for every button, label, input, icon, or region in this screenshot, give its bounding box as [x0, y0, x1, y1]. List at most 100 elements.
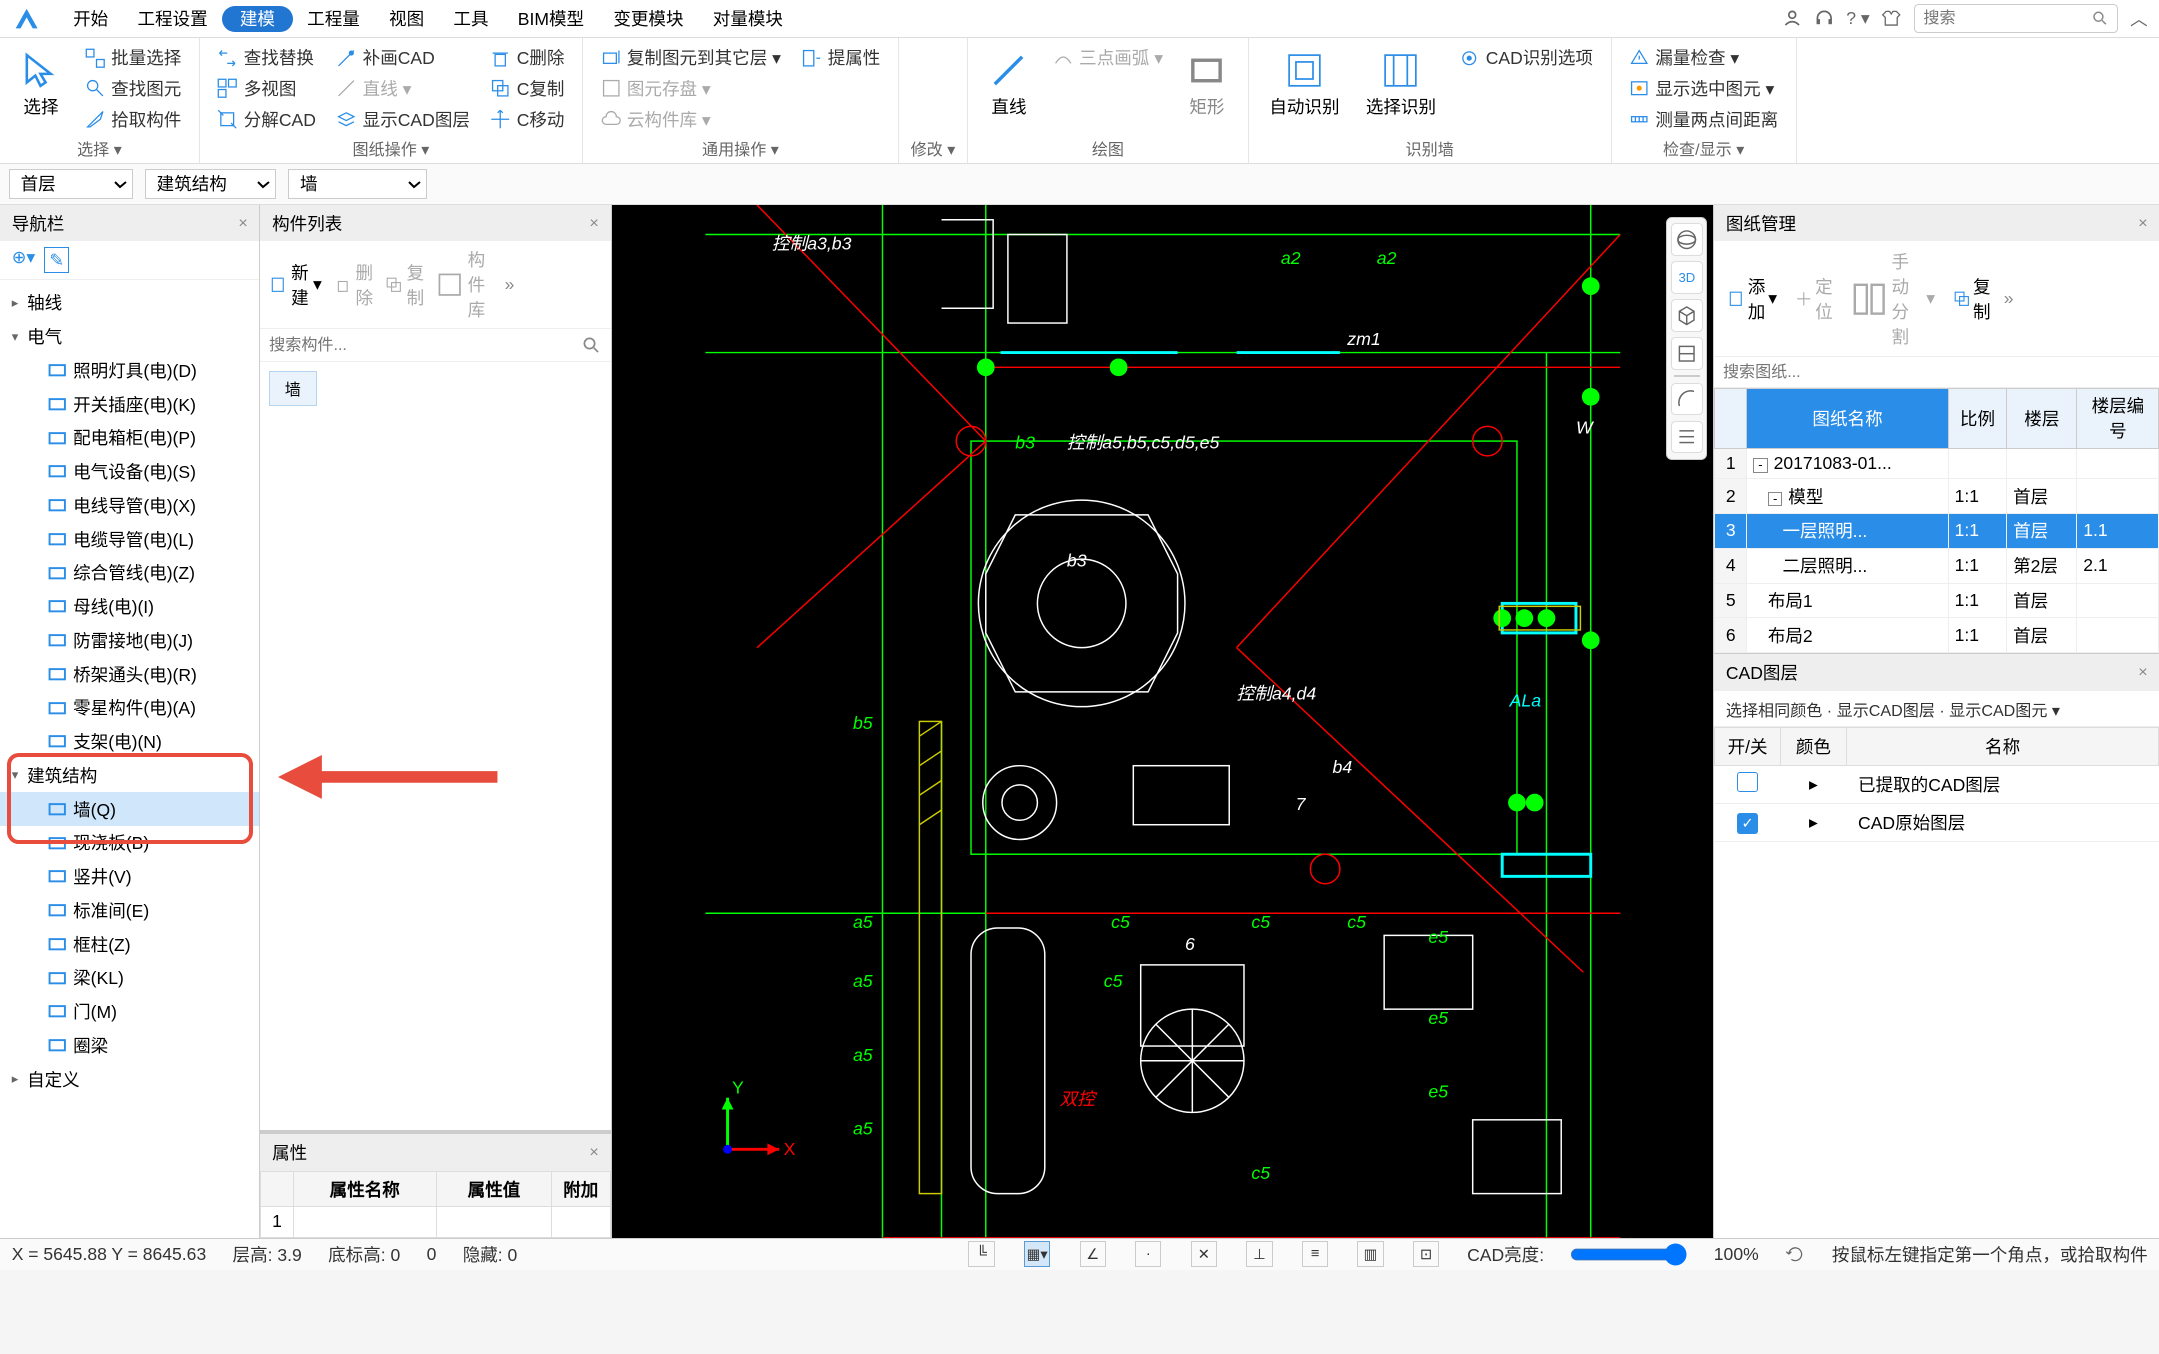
copy-to-layer-button[interactable]: 复制图元到其它层 ▾ — [595, 44, 787, 72]
cad-close-icon[interactable]: × — [2138, 663, 2147, 682]
menu-item-3[interactable]: 工程量 — [293, 3, 375, 35]
refresh-icon[interactable] — [1785, 1244, 1805, 1264]
nav-item[interactable]: 框柱(Z) — [0, 927, 259, 961]
drawings-copy-button[interactable]: 复制 — [1948, 272, 1995, 325]
auto-recognize-button[interactable]: 自动识别 — [1261, 44, 1349, 125]
snap-endpoint-icon[interactable]: ╚ — [968, 1241, 994, 1267]
cloud-lib-button[interactable]: 云构件库 ▾ — [595, 106, 787, 134]
category-select[interactable]: 建筑结构 — [145, 169, 277, 199]
nav-item[interactable]: 支架(电)(N) — [0, 725, 259, 759]
nav-item[interactable]: 综合管线(电)(Z) — [0, 556, 259, 590]
comp-lib-button[interactable]: 构件库 — [436, 247, 493, 322]
nav-group[interactable]: 自定义 — [0, 1062, 259, 1096]
nav-item[interactable]: 竖井(V) — [0, 860, 259, 894]
comp-close-icon[interactable]: × — [589, 214, 598, 233]
3d-icon[interactable]: 3D — [1671, 261, 1703, 293]
nav-item[interactable]: 开关插座(电)(K) — [0, 387, 259, 421]
draw-rect-button[interactable]: 矩形 — [1178, 44, 1237, 125]
nav-item[interactable]: 圈梁 — [0, 1028, 259, 1062]
pick-component-button[interactable]: 拾取构件 — [79, 106, 187, 134]
nav-item[interactable]: 配电箱柜(电)(P) — [0, 421, 259, 455]
menu-item-5[interactable]: 工具 — [439, 3, 503, 35]
drawings-search-input[interactable] — [1723, 363, 2151, 382]
nav-item[interactable]: 门(M) — [0, 995, 259, 1029]
draw-line-button[interactable]: 直线 — [980, 44, 1039, 125]
nav-add-icon[interactable]: ⊕▾ — [12, 247, 36, 273]
menu-item-1[interactable]: 工程设置 — [123, 3, 222, 35]
c-move-button[interactable]: C移动 — [485, 106, 571, 134]
drawing-canvas[interactable]: 控制a3,b3 a2 a2 zm1 控制a5,b5,c5,d5,e5 b3 b3… — [612, 205, 1714, 1238]
prop-row[interactable]: 1 — [261, 1206, 610, 1237]
cad-layer-row[interactable]: ▸已提取的CAD图层 — [1715, 766, 2159, 804]
drawing-row[interactable]: 6 布局21:1首层 — [1715, 618, 2159, 653]
menu-item-7[interactable]: 变更模块 — [599, 3, 698, 35]
drawing-row[interactable]: 2 -模型1:1首层 — [1715, 479, 2159, 514]
tshirt-icon[interactable] — [1881, 8, 1901, 28]
show-selected-button[interactable]: 显示选中图元 ▾ — [1623, 75, 1784, 103]
nav-item[interactable]: 标准间(E) — [0, 893, 259, 927]
comp-delete-button[interactable]: 删除 — [334, 260, 373, 310]
nav-item[interactable]: 墙(Q) — [0, 792, 259, 826]
nav-close-icon[interactable]: × — [238, 214, 247, 233]
c-delete-button[interactable]: C删除 — [485, 44, 571, 72]
drawings-add-button[interactable]: 添加 ▾ — [1723, 272, 1782, 325]
nav-group[interactable]: 建筑结构 — [0, 758, 259, 792]
menu-item-0[interactable]: 开始 — [59, 3, 123, 35]
snap-fine-icon[interactable]: ⊡ — [1413, 1241, 1439, 1267]
collapse-ribbon-icon[interactable]: ︿ — [2130, 6, 2148, 31]
select-recognize-button[interactable]: 选择识别 — [1357, 44, 1445, 125]
arc-icon[interactable] — [1671, 383, 1703, 415]
orbit-icon[interactable] — [1671, 223, 1703, 255]
component-select[interactable]: 墙 — [288, 169, 427, 199]
snap-cross-icon[interactable]: ✕ — [1191, 1241, 1217, 1267]
comp-search-input[interactable] — [269, 336, 581, 355]
cad-brightness-slider[interactable] — [1570, 1243, 1687, 1266]
menu-item-2[interactable]: 建模 — [222, 6, 292, 32]
nav-group[interactable]: 轴线 — [0, 286, 259, 320]
nav-group[interactable]: 电气 — [0, 320, 259, 354]
nav-item[interactable]: 电线导管(电)(X) — [0, 488, 259, 522]
search-input[interactable] — [1923, 9, 2085, 28]
nav-item[interactable]: 防雷接地(电)(J) — [0, 623, 259, 657]
user-icon[interactable] — [1782, 8, 1802, 28]
menu-item-6[interactable]: BIM模型 — [503, 3, 599, 35]
three-point-arc-button[interactable]: 三点画弧 ▾ — [1047, 44, 1169, 72]
menu-item-4[interactable]: 视图 — [374, 3, 438, 35]
save-element-button[interactable]: 图元存盘 ▾ — [595, 75, 787, 103]
drawings-locate-button[interactable]: 定位 — [1790, 272, 1837, 325]
snap-ortho-icon[interactable]: ⊥ — [1246, 1241, 1272, 1267]
line-button[interactable]: 直线 ▾ — [331, 75, 476, 103]
drawings-split-button[interactable]: 手动分割 ▾ — [1846, 247, 1940, 350]
help-icon[interactable]: ? ▾ — [1846, 8, 1869, 29]
batch-select-button[interactable]: 批量选择 — [79, 44, 187, 72]
cube-icon[interactable] — [1671, 299, 1703, 331]
global-search[interactable] — [1914, 4, 2119, 32]
snap-angle-icon[interactable]: ∠ — [1080, 1241, 1106, 1267]
drawing-row[interactable]: 3 一层照明...1:1首层1.1 — [1715, 514, 2159, 549]
leak-check-button[interactable]: 漏量检查 ▾ — [1623, 44, 1784, 72]
snap-mirror-icon[interactable]: ▥ — [1357, 1241, 1383, 1267]
drawing-row[interactable]: 1-20171083-01... — [1715, 448, 2159, 479]
comp-new-button[interactable]: 新建 ▾ — [269, 260, 322, 310]
find-replace-button[interactable]: 查找替换 — [212, 44, 322, 72]
select-button[interactable]: 选择 — [12, 44, 71, 125]
comp-item-wall[interactable]: 墙 — [269, 371, 316, 406]
headset-icon[interactable] — [1814, 8, 1834, 28]
nav-item[interactable]: 电气设备(电)(S) — [0, 455, 259, 489]
multiview-button[interactable]: 多视图 — [212, 75, 322, 103]
find-element-button[interactable]: 查找图元 — [79, 75, 187, 103]
snap-edge-icon[interactable]: ≡ — [1302, 1241, 1328, 1267]
floor-select[interactable]: 首层 — [9, 169, 133, 199]
nav-item[interactable]: 电缆导管(电)(L) — [0, 522, 259, 556]
nav-item[interactable]: 桥架通头(电)(R) — [0, 657, 259, 691]
menu-item-8[interactable]: 对量模块 — [698, 3, 797, 35]
extract-props-button[interactable]: 提属性 — [796, 44, 887, 72]
props-close-icon[interactable]: × — [589, 1143, 598, 1162]
cube2-icon[interactable] — [1671, 337, 1703, 369]
cad-recognize-options-button[interactable]: CAD识别选项 — [1454, 44, 1599, 72]
snap-grid-icon[interactable]: ▦▾ — [1024, 1241, 1050, 1267]
snap-point-icon[interactable]: · — [1135, 1241, 1161, 1267]
nav-item[interactable]: 梁(KL) — [0, 961, 259, 995]
nav-item[interactable]: 照明灯具(电)(D) — [0, 353, 259, 387]
drawings-close-icon[interactable]: × — [2138, 214, 2147, 233]
